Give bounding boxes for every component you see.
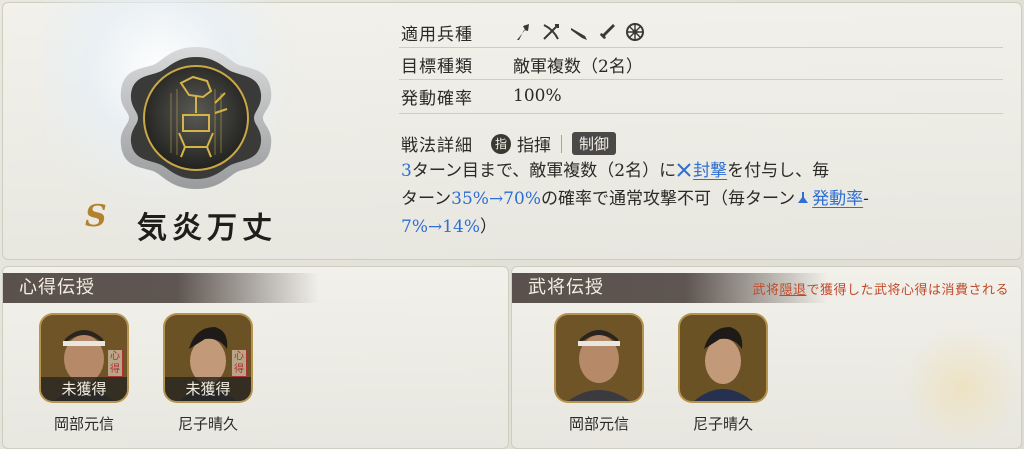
divider bbox=[561, 134, 562, 153]
trigger-rate-label: 発動率 bbox=[812, 189, 864, 209]
unit-icons bbox=[513, 22, 645, 42]
notice-text: で獲得した武将心得は消費される bbox=[806, 283, 1009, 298]
rifle-icon bbox=[569, 22, 589, 42]
heart-seal-badge: 心得 bbox=[107, 349, 123, 377]
seal-effect-link[interactable]: 封撃 bbox=[676, 161, 727, 181]
chance-change: 35%→70% bbox=[451, 189, 541, 209]
target-row: 目標種類 敵軍複数（2名） bbox=[401, 51, 643, 77]
detail-label: 戦法詳細 bbox=[401, 136, 473, 156]
description-text: の確率で通常攻撃不可（毎ターン bbox=[540, 189, 796, 209]
applicable-units-row: 適用兵種 bbox=[401, 19, 645, 45]
crossed-swords-icon bbox=[676, 162, 692, 178]
notice-text: 武将 bbox=[752, 283, 780, 298]
general-name: 岡部元信 bbox=[568, 415, 629, 433]
trigger-row: 発動確率 100% bbox=[401, 83, 562, 109]
turn-count: 3 bbox=[401, 161, 412, 181]
trigger-value: 100% bbox=[513, 86, 562, 106]
skill-description: 3ターン目まで、敵軍複数（2名）に 封撃を付与し、毎ターン35%→70%の確率で通… bbox=[401, 157, 1001, 241]
target-label: 目標種類 bbox=[401, 56, 473, 77]
rate-change: 7%→14% bbox=[401, 217, 480, 237]
wheel-icon bbox=[625, 22, 645, 42]
spear-icon bbox=[513, 22, 533, 42]
general-portrait[interactable] bbox=[556, 315, 642, 401]
general-name: 岡部元信 bbox=[53, 415, 114, 433]
divider bbox=[399, 79, 1003, 80]
acquisition-status: 未獲得 bbox=[165, 377, 251, 401]
description-text: ターン bbox=[401, 189, 452, 209]
trigger-label: 発動確率 bbox=[401, 88, 473, 109]
divider bbox=[399, 47, 1003, 48]
transfer-notice: 武将隠退で獲得した武将心得は消費される bbox=[752, 279, 1009, 298]
heart-seal-badge: 心得 bbox=[231, 349, 247, 377]
rate-down-icon bbox=[795, 190, 811, 206]
trigger-rate-link[interactable]: 発動率 bbox=[795, 189, 863, 209]
retire-link[interactable]: 隠退 bbox=[779, 283, 806, 298]
sword-icon bbox=[597, 22, 617, 42]
divider bbox=[399, 113, 1003, 114]
seal-effect-label: 封撃 bbox=[693, 161, 728, 181]
skill-rank: S bbox=[85, 199, 107, 234]
target-value: 敵軍複数（2名） bbox=[513, 56, 643, 77]
skill-emblem bbox=[111, 43, 281, 193]
heart-transfer-title: 心得伝授 bbox=[3, 273, 319, 303]
heart-transfer-panel: 心得伝授 心得 未獲得 岡部元信 心得 未獲得 尼子晴久 bbox=[2, 266, 509, 449]
general-portrait[interactable]: 心得 未獲得 bbox=[41, 315, 127, 401]
skill-detail-panel: S 気炎万丈 適用兵種 目標種類 敵軍複数（2名） 発動確率 100% 戦法詳細… bbox=[2, 0, 1022, 260]
flower-decoration bbox=[902, 327, 1022, 447]
applicable-units-label: 適用兵種 bbox=[401, 24, 473, 45]
command-type-label: 指揮 bbox=[517, 136, 551, 156]
command-type-icon: 指 bbox=[491, 133, 511, 154]
general-name: 尼子晴久 bbox=[177, 415, 238, 433]
description-text: - bbox=[863, 189, 869, 209]
description-text: を付与し、毎 bbox=[727, 161, 830, 181]
detail-row: 戦法詳細 指 指揮 制御 bbox=[401, 131, 617, 156]
skill-name: 気炎万丈 bbox=[137, 211, 277, 246]
description-text: ） bbox=[480, 217, 497, 237]
acquisition-status: 未獲得 bbox=[41, 377, 127, 401]
general-name: 尼子晴久 bbox=[692, 415, 753, 433]
description-text: ターン目まで、敵軍複数（2名）に bbox=[411, 161, 677, 181]
bow-icon bbox=[541, 22, 561, 42]
general-portrait[interactable]: 心得 未獲得 bbox=[165, 315, 251, 401]
general-transfer-panel: 武将伝授 武将隠退で獲得した武将心得は消費される 岡部元信 尼子晴久 bbox=[511, 266, 1022, 449]
general-portrait[interactable] bbox=[680, 315, 766, 401]
control-badge: 制御 bbox=[572, 132, 617, 155]
